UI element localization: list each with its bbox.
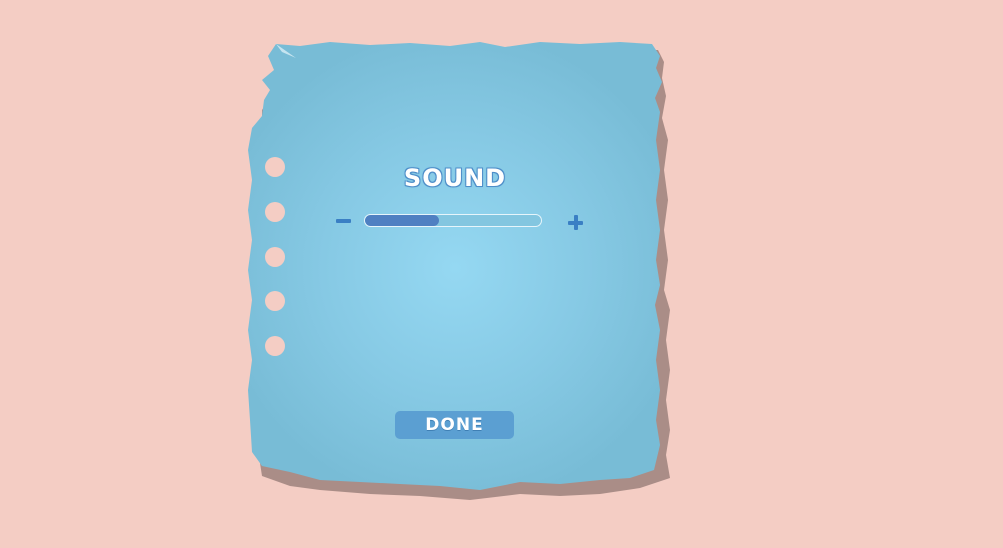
sound-slider[interactable] <box>364 214 542 227</box>
volume-down-button[interactable] <box>333 210 355 232</box>
binder-hole <box>265 202 285 222</box>
sound-slider-fill <box>365 215 439 226</box>
binder-hole <box>265 247 285 267</box>
volume-up-button[interactable] <box>565 212 587 234</box>
minus-icon <box>336 219 351 223</box>
binder-hole <box>265 157 285 177</box>
paper-panel <box>248 42 670 500</box>
done-button[interactable]: DONE <box>395 411 514 439</box>
binder-hole <box>265 291 285 311</box>
dialog-title: SOUND <box>403 164 507 192</box>
settings-screen: SOUND DONE <box>0 0 1003 548</box>
binder-hole <box>265 336 285 356</box>
